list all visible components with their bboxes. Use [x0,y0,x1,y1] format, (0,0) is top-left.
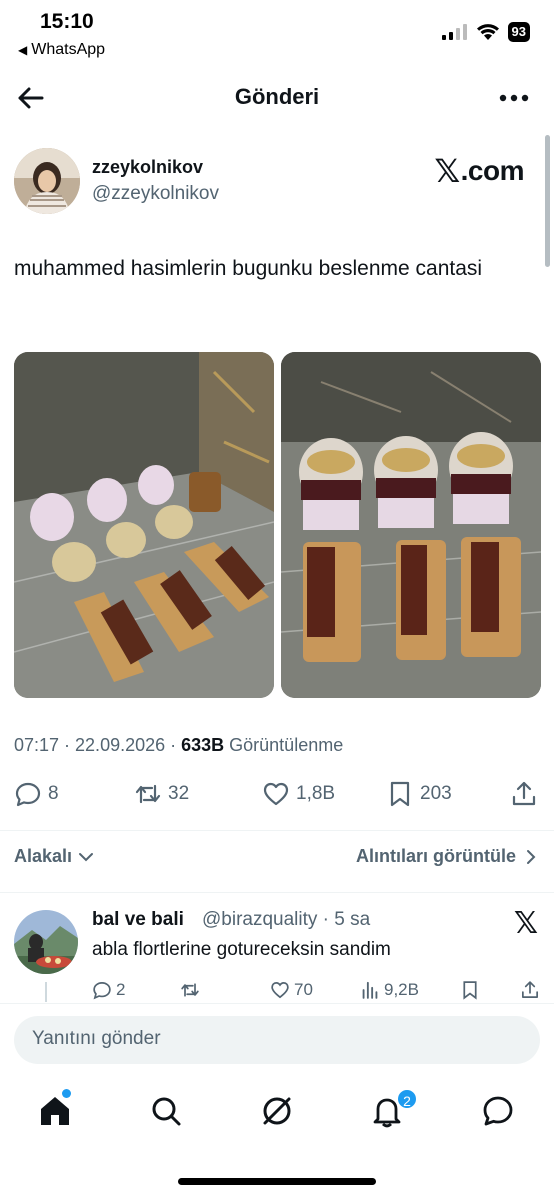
home-indicator[interactable] [178,1178,376,1185]
bookmark-count: 203 [420,783,452,804]
divider [0,892,554,893]
tab-home[interactable] [37,1093,73,1129]
reply-reply-button[interactable]: 2 [92,980,125,1000]
reply-avatar[interactable] [14,910,78,974]
author-handle[interactable]: @zzeykolnikov [92,183,219,205]
post-actions: 8 32 1,8B 203 [0,780,554,816]
like-button[interactable]: 1,8B [262,780,335,808]
wifi-icon [476,24,499,40]
sort-label: Alakalı [14,846,73,866]
reply-author-name[interactable]: bal ve bali [92,909,184,931]
share-icon [522,981,538,998]
more-icon[interactable] [498,88,530,108]
scrollbar-thumb[interactable] [545,135,550,267]
reply-like-count: 70 [294,980,313,999]
reply-icon [93,981,111,1000]
grok-icon [263,1097,291,1125]
reply-count: 8 [48,783,59,804]
bookmark-icon [390,781,410,807]
search-icon [152,1097,181,1126]
source-domain: .com [460,155,525,186]
reply-input[interactable]: Yanıtını gönder [14,1016,540,1064]
top-nav: Gönderi [0,72,554,122]
repost-count: 32 [168,783,190,804]
reply-actions: 2 70 9,2B [0,980,554,1002]
reply-bookmark-button[interactable] [460,980,480,1000]
status-time: 15:10 [40,10,94,33]
repost-button[interactable]: 32 [134,780,189,808]
reply-share-button[interactable] [520,980,540,1000]
reply-views-button[interactable]: 9,2B [360,980,419,1000]
post-timestamp: 07:17 · 22.09.2026 · [14,735,182,755]
home-icon [41,1097,69,1125]
back-app-label: WhatsApp [31,41,106,58]
reply-text: abla flortlerine gotureceksin sandim [92,939,391,960]
views-count: 633B [181,735,225,755]
reply-author-handle[interactable]: @birazquality · 5 sa [202,909,370,931]
like-icon [263,782,289,806]
reply-button[interactable]: 8 [14,780,59,808]
views-label: Görüntülenme [224,735,344,755]
home-unread-dot [62,1089,71,1098]
tab-grok[interactable] [259,1093,295,1129]
reply-icon [15,782,41,807]
bottom-tab-bar: 2 [0,1085,554,1145]
repost-icon [181,983,199,997]
messages-icon [483,1096,513,1126]
author-avatar[interactable] [14,148,80,214]
share-button[interactable] [510,780,538,808]
bookmark-icon [463,981,477,1000]
back-triangle-icon: ◀ [18,43,28,57]
reply-like-button[interactable]: 70 [270,980,313,1000]
reply-reply-count: 2 [116,980,126,999]
view-quotes-label: Alıntıları görüntüle [356,846,516,866]
view-quotes-link[interactable]: Alıntıları görüntüle [356,846,536,867]
tab-messages[interactable] [480,1093,516,1129]
reply-repost-button[interactable] [180,980,204,1000]
share-icon [512,781,536,806]
repost-icon [135,784,161,804]
chevron-down-icon [79,852,94,861]
source-label: 𝕏 .com [434,152,524,190]
x-logo-icon: 𝕏 [434,153,460,189]
back-to-app-link[interactable]: ◀ WhatsApp [18,41,105,59]
post-photo-2[interactable] [281,352,541,698]
status-icons: 93 [441,22,530,42]
chevron-right-icon [527,849,536,864]
like-count: 1,8B [296,783,336,804]
signal-icon [441,24,467,40]
page-title: Gönderi [234,84,320,109]
status-bar: 15:10 ◀ WhatsApp 93 [0,0,554,70]
reply-views-count: 9,2B [384,980,419,999]
views-icon [362,981,378,999]
battery-indicator: 93 [507,22,530,42]
divider [0,830,554,831]
like-icon [271,981,289,999]
post-photo-1[interactable] [14,352,274,698]
author-name[interactable]: zzeykolnikov [92,157,203,178]
bookmark-button[interactable]: 203 [386,780,452,808]
sort-dropdown[interactable]: Alakalı [14,846,94,867]
divider [0,1003,554,1004]
x-logo-icon: 𝕏 [513,907,538,940]
tab-search[interactable] [148,1093,184,1129]
post-text: muhammed hasimlerin bugunku beslenme can… [14,257,483,280]
post-meta: 07:17 · 22.09.2026 · 633B Görüntülenme [14,735,343,756]
notifications-badge: 2 [396,1088,418,1110]
